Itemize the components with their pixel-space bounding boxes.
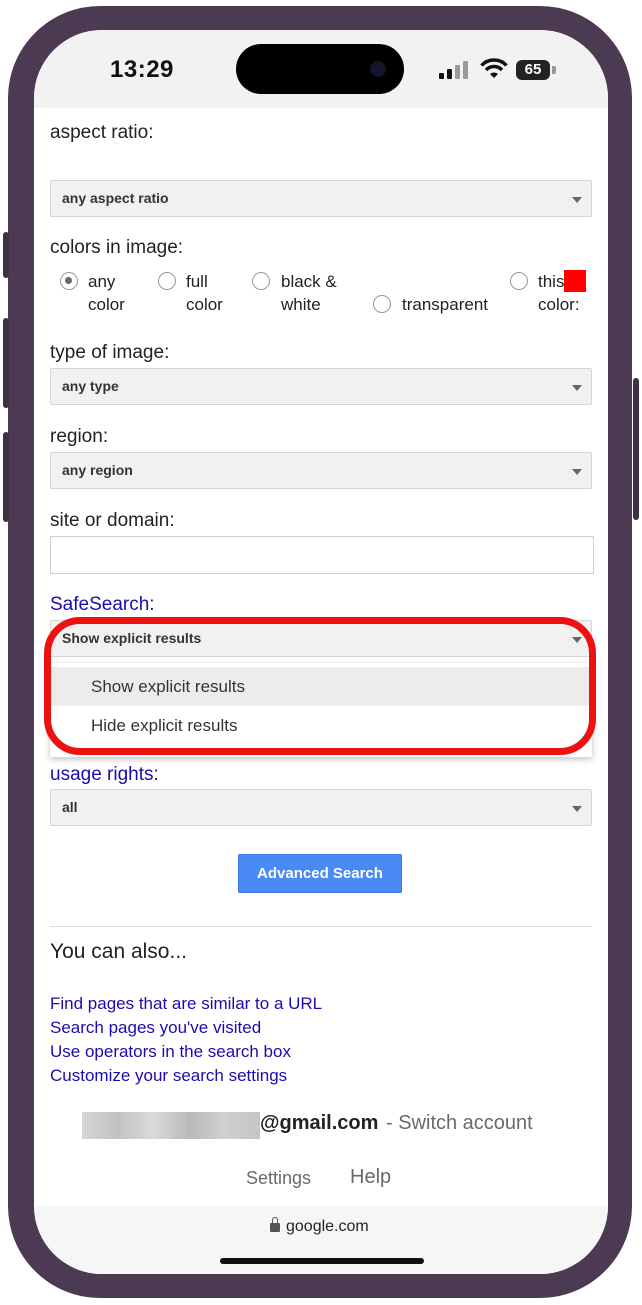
dynamic-island [236,44,404,94]
aspect-ratio-select[interactable]: any aspect ratio [50,180,592,217]
region-select[interactable]: any region [50,452,592,489]
chevron-down-icon [572,197,582,203]
chevron-down-icon [572,806,582,812]
battery-tip [552,66,556,74]
volume-down-button [3,432,9,522]
account-row: @gmail.com - Switch account [34,1110,608,1140]
safesearch-label[interactable]: SafeSearch: [50,594,155,616]
link-visited-pages[interactable]: Search pages you've visited [50,1018,261,1038]
cellular-signal-icon [439,61,471,79]
color-swatch[interactable] [564,270,586,292]
color-transparent-label[interactable]: transparent [402,293,488,316]
divider [50,926,592,927]
url-text[interactable]: google.com [286,1218,369,1236]
settings-link[interactable]: Settings [246,1168,311,1189]
site-domain-input[interactable] [50,536,594,574]
type-of-image-select[interactable]: any type [50,368,592,405]
also-heading: You can also... [50,940,187,963]
link-search-operators[interactable]: Use operators in the search box [50,1042,291,1062]
chevron-down-icon [572,469,582,475]
phone-screen: 13:29 65 aspect ratio: any aspect ratio … [34,30,608,1274]
color-any-radio[interactable] [60,272,78,290]
color-full-label[interactable]: full color [186,270,223,316]
power-button [633,378,639,520]
advanced-search-button[interactable]: Advanced Search [238,854,402,893]
aspect-ratio-value: any aspect ratio [62,190,169,206]
usage-rights-select[interactable]: all [50,789,592,826]
region-value: any region [62,462,133,478]
type-of-image-value: any type [62,378,119,394]
type-of-image-label: type of image: [50,342,170,363]
chevron-down-icon [572,385,582,391]
volume-up-button [3,318,9,408]
usage-rights-label[interactable]: usage rights: [50,764,159,786]
camera-icon [370,61,386,77]
highlight-annotation [44,617,596,755]
link-similar-pages[interactable]: Find pages that are similar to a URL [50,994,322,1014]
browser-url-bar[interactable]: google.com [34,1206,608,1274]
color-any-label[interactable]: any color [88,270,125,316]
color-transparent-radio[interactable] [373,295,391,313]
action-button [3,232,9,278]
battery-icon: 65 [516,60,550,80]
color-bw-label[interactable]: black & white [281,270,337,316]
site-domain-label: site or domain: [50,510,175,531]
region-label: region: [50,426,109,447]
account-email: @gmail.com [260,1112,379,1134]
status-bar: 13:29 65 [34,30,608,108]
colors-label: colors in image: [50,237,184,258]
wifi-icon [480,58,508,78]
color-bw-radio[interactable] [252,272,270,290]
redacted-email-blur [82,1112,260,1139]
aspect-ratio-label: aspect ratio: [50,122,154,143]
switch-account-link[interactable]: - Switch account [386,1112,533,1135]
status-time: 13:29 [110,56,174,83]
lock-icon [270,1217,280,1232]
link-search-settings[interactable]: Customize your search settings [50,1066,287,1086]
color-this-radio[interactable] [510,272,528,290]
help-link[interactable]: Help [350,1166,391,1189]
usage-rights-value: all [62,799,78,815]
color-full-radio[interactable] [158,272,176,290]
home-indicator[interactable] [220,1258,424,1264]
